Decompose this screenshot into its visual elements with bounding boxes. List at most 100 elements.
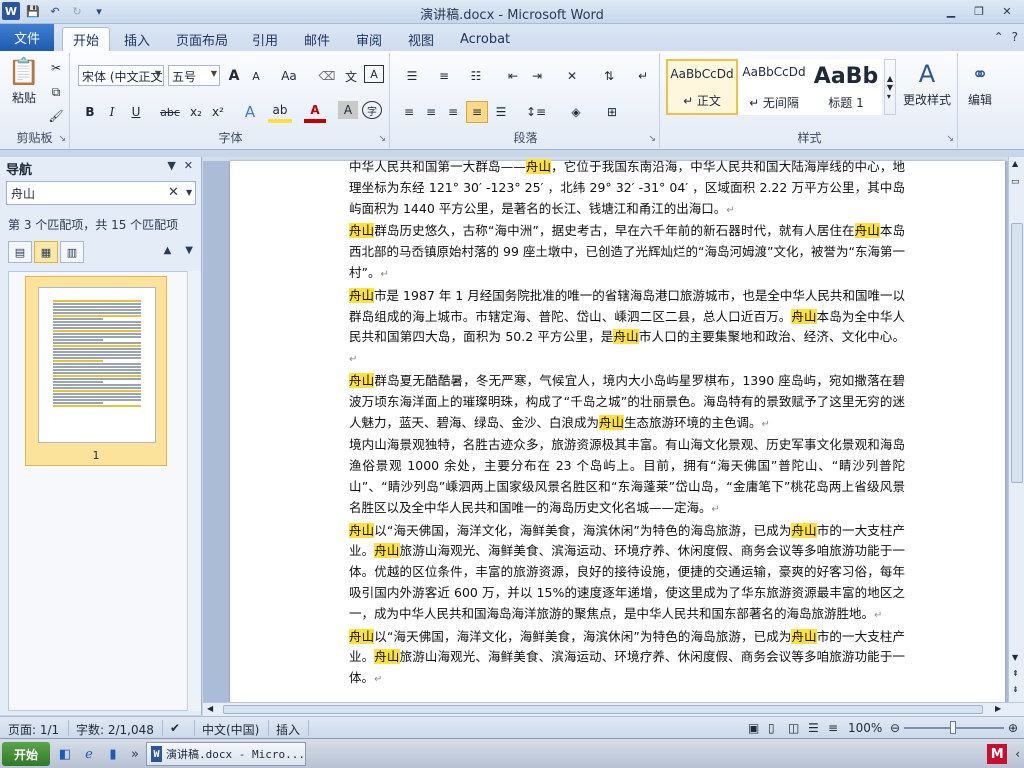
tray-app-icon[interactable]: M [987, 744, 1008, 764]
enclose-characters-icon[interactable]: 字 [362, 101, 382, 119]
font-name-select[interactable]: 宋体 (中文正文 ▼ [78, 65, 164, 86]
cut-icon[interactable]: ✂ [46, 57, 66, 79]
borders-icon[interactable]: ⊞ [598, 101, 626, 123]
phonetic-guide-icon[interactable]: 文 [340, 65, 362, 87]
ruler-toggle-icon[interactable]: ▭ [1011, 177, 1020, 187]
grow-font-button[interactable]: A [224, 65, 244, 87]
app-icon[interactable]: ▮ [104, 745, 122, 763]
proofing-icon[interactable]: ✔ [170, 721, 180, 735]
sort-icon[interactable]: ⇅ [598, 65, 620, 87]
horizontal-scrollbar[interactable]: ◀ ▶ [203, 702, 1024, 716]
change-styles-button[interactable]: A 更改样式 [900, 57, 954, 108]
styles-launcher-icon[interactable]: ↘ [946, 134, 954, 144]
styles-scroll-icon[interactable]: ▲ ▼ ▾ [884, 59, 896, 115]
document-page[interactable]: 中华人民共和国第一大群岛——舟山，它位于我国东南沿海，中华人民共和国大陆海岸线的… [230, 159, 1005, 702]
page-thumbnail[interactable]: 1 [25, 276, 167, 466]
next-page-icon[interactable]: ⇟ [1012, 685, 1019, 694]
paragraph[interactable]: 舟山市是 1987 年 1 月经国务院批准的唯一的省辖海岛港口旅游城市，也是全中… [349, 286, 905, 371]
paragraph[interactable]: 境内山海景观独特，名胜古迹众多，旅游资源极其丰富。有山海文化景观、历史军事文化景… [349, 435, 905, 520]
strikethrough-button[interactable]: abc [158, 101, 182, 123]
zoom-level[interactable]: 100% [848, 721, 882, 735]
draft-icon[interactable]: ≡ [828, 721, 838, 735]
show-marks-icon[interactable]: ↵ [632, 65, 654, 87]
line-spacing-icon[interactable]: ↕≡ [522, 101, 550, 123]
previous-result-icon[interactable]: ▲ [164, 245, 172, 256]
zoom-out-icon[interactable]: ⊖ [890, 721, 900, 735]
restore-icon[interactable]: ❐ [966, 2, 992, 20]
taskbar-word-window[interactable]: W 演讲稿.docx - Micro... [146, 742, 306, 766]
previous-page-icon[interactable]: ⇞ [1012, 669, 1019, 678]
align-center-icon[interactable]: ≡ [420, 101, 442, 123]
word-count[interactable]: 字数: 2/1,048 [76, 721, 154, 738]
style-heading-1[interactable]: AaBb 标题 1 [810, 59, 882, 115]
decrease-indent-icon[interactable]: ⇤ [502, 65, 524, 87]
tray-expand-icon[interactable]: ‹ [1015, 747, 1020, 761]
nav-menu-icon[interactable]: ▼ [167, 159, 175, 172]
start-button[interactable]: 开始 [2, 742, 50, 766]
tab-file[interactable]: 文件 [0, 24, 54, 51]
bold-button[interactable]: B [80, 101, 100, 123]
document-body[interactable]: 中华人民共和国第一大群岛——舟山，它位于我国东南沿海，中华人民共和国大陆海岸线的… [349, 157, 905, 691]
scroll-up-icon[interactable]: ▲ [1012, 159, 1018, 168]
scroll-down-icon[interactable]: ▼ [1012, 653, 1018, 662]
shrink-font-button[interactable]: A [246, 65, 266, 87]
align-right-icon[interactable]: ≡ [442, 101, 464, 123]
vertical-scroll-thumb[interactable] [1011, 223, 1023, 483]
tab-references[interactable]: 引用 [242, 27, 288, 51]
bullets-icon[interactable]: ☰ [398, 65, 426, 87]
chinese-layout-icon[interactable]: ✕ [558, 65, 586, 87]
tab-insert[interactable]: 插入 [114, 27, 160, 51]
clear-search-icon[interactable]: ✕ [168, 185, 179, 200]
paragraph[interactable]: 舟山以“海天佛国，海洋文化，海鲜美食，海滨休闲”为特色的海岛旅游，已成为舟山市的… [349, 627, 905, 691]
paragraph[interactable]: 中华人民共和国第一大群岛——舟山，它位于我国东南沿海，中华人民共和国大陆海岸线的… [349, 157, 905, 221]
increase-indent-icon[interactable]: ⇥ [526, 65, 548, 87]
character-shading-icon[interactable]: A [338, 101, 358, 119]
tab-acrobat[interactable]: Acrobat [450, 27, 520, 51]
minimize-icon[interactable]: ▁ [938, 2, 964, 20]
font-launcher-icon[interactable]: ↘ [378, 134, 386, 144]
underline-button[interactable]: U [124, 101, 148, 123]
font-color-icon[interactable]: A [304, 101, 326, 123]
zoom-in-icon[interactable]: ⊕ [1008, 721, 1018, 735]
search-options-icon[interactable]: ▼ [186, 188, 192, 197]
style-no-spacing[interactable]: AaBbCcDd ↵ 无间隔 [738, 59, 810, 115]
vertical-scrollbar[interactable]: ▲ ▭ ▼ ⇞ ⇟ [1008, 157, 1024, 702]
close-icon[interactable]: ✕ [994, 2, 1020, 20]
clear-format-icon[interactable]: ⌫ [316, 65, 338, 87]
desktop-icon[interactable]: ◧ [56, 745, 74, 763]
character-border-icon[interactable]: A [364, 65, 384, 83]
print-layout-icon[interactable]: ▣ [748, 721, 759, 735]
language-indicator[interactable]: 中文(中国) [202, 721, 259, 738]
tab-home[interactable]: 开始 [62, 27, 111, 51]
shading-icon[interactable]: ◈ [562, 101, 590, 123]
format-painter-icon[interactable]: 🖌 [46, 105, 66, 127]
copy-icon[interactable]: ⧉ [46, 81, 66, 103]
help-icon[interactable]: ? [1012, 30, 1018, 44]
pages-view-icon[interactable]: ▦ [34, 241, 58, 263]
tab-view[interactable]: 视图 [398, 27, 444, 51]
minimize-ribbon-icon[interactable]: ⌃ [994, 30, 1004, 44]
justify-icon[interactable]: ≡ [466, 101, 488, 123]
text-effects-icon[interactable]: A [238, 101, 262, 123]
full-screen-reading-icon[interactable]: ▯ [768, 721, 775, 735]
insert-mode[interactable]: 插入 [276, 721, 300, 738]
browser-icon[interactable]: ℯ [80, 745, 98, 763]
distributed-icon[interactable]: ☰ [490, 101, 512, 123]
subscript-button[interactable]: x₂ [186, 101, 206, 123]
highlight-color-icon[interactable]: ab [268, 101, 292, 123]
italic-button[interactable]: I [102, 101, 122, 123]
results-view-icon[interactable]: ▥ [60, 241, 84, 263]
scroll-left-icon[interactable]: ◀ [207, 704, 213, 713]
paragraph[interactable]: 舟山以“海天佛国，海洋文化，海鲜美食，海滨休闲”为特色的海岛旅游，已成为舟山市的… [349, 521, 905, 627]
paragraph[interactable]: 舟山群岛夏无酷酷暑，冬无严寒，气候宜人，境内大小岛屿星罗棋布，1390 座岛屿，… [349, 371, 905, 435]
nav-scrollbar[interactable] [187, 271, 201, 711]
clipboard-launcher-icon[interactable]: ↘ [58, 134, 66, 144]
paragraph[interactable]: 舟山群岛历史悠久，古称“海中洲”，据史考古，早在六千年前的新石器时代，就有人居住… [349, 221, 905, 285]
next-result-icon[interactable]: ▼ [185, 245, 193, 256]
tab-review[interactable]: 审阅 [346, 27, 392, 51]
editing-button[interactable]: ⚭ 编辑 [962, 57, 998, 108]
zoom-slider-handle[interactable] [950, 721, 956, 734]
change-case-button[interactable]: Aa [276, 65, 302, 87]
font-size-select[interactable]: 五号 ▼ [168, 65, 220, 86]
horizontal-scroll-thumb[interactable] [223, 705, 983, 714]
